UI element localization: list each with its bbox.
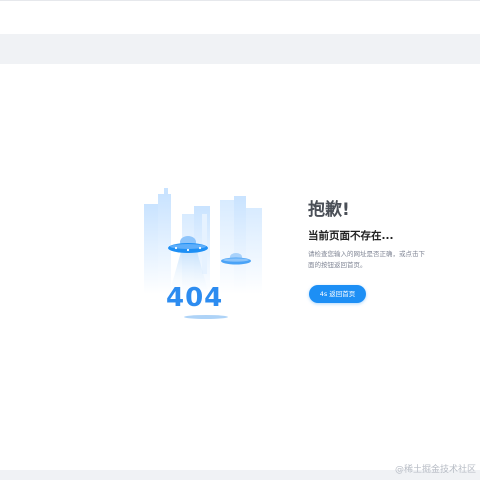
watermark: @稀土掘金技术社区 bbox=[394, 465, 476, 475]
error-page: 404 抱歉! 当前页面不存在... 请检查您输入的网址是否正确，或点击下面的按… bbox=[0, 0, 480, 480]
countdown-label: 4s bbox=[319, 290, 328, 298]
error-info: 当前页面不存在... bbox=[308, 230, 394, 242]
error-code: 404 bbox=[166, 283, 224, 313]
back-home-label: 返回首页 bbox=[329, 290, 356, 298]
top-divider bbox=[0, 0, 480, 1]
error-description: 请检查您输入的网址是否正确，或点击下面的按钮返回首页。 bbox=[308, 250, 425, 269]
header-bar bbox=[0, 34, 480, 64]
back-home-button[interactable]: 4s 返回首页 bbox=[309, 285, 366, 303]
error-headline: 抱歉! bbox=[308, 200, 350, 220]
